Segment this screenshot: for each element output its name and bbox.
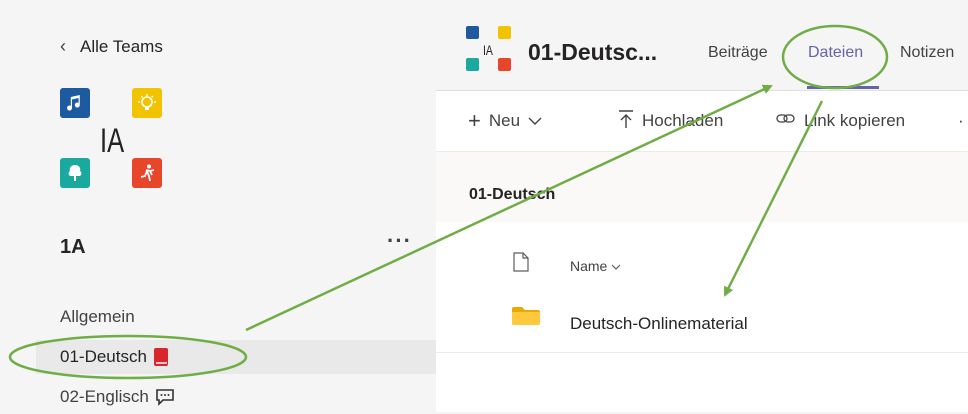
upload-label: Hochladen bbox=[642, 111, 724, 130]
channel-title: 01-Deutsc... bbox=[528, 39, 658, 65]
copy-link-button[interactable]: Link kopieren bbox=[776, 91, 905, 151]
tree-icon bbox=[466, 58, 479, 71]
breadcrumb-current: 01-Deutsch bbox=[469, 186, 556, 203]
channel-team-logo: IA bbox=[466, 26, 512, 72]
team-logo-text: IA bbox=[100, 122, 125, 160]
light-bulb-icon bbox=[498, 26, 511, 39]
breadcrumb: 01-Deutsch bbox=[436, 152, 968, 222]
more-toolbar-button[interactable]: · bbox=[958, 91, 964, 151]
file-row[interactable]: Deutsch-Onlinematerial bbox=[436, 298, 968, 353]
music-note-icon bbox=[466, 26, 479, 39]
upload-button[interactable]: Hochladen bbox=[618, 91, 723, 151]
back-to-teams-link[interactable]: ‹ Alle Teams bbox=[60, 36, 163, 57]
chevron-down-icon bbox=[528, 111, 542, 131]
back-label: Alle Teams bbox=[80, 36, 163, 56]
channel-item-02-englisch[interactable]: 02-Englisch bbox=[36, 380, 436, 414]
tab-beitraege[interactable]: Beiträge bbox=[708, 44, 768, 62]
tab-notizen[interactable]: Notizen bbox=[900, 44, 954, 62]
more-icon: · bbox=[958, 111, 964, 130]
active-tab-indicator bbox=[807, 86, 879, 89]
file-name[interactable]: Deutsch-Onlinematerial bbox=[570, 314, 748, 334]
column-header-name[interactable]: Name bbox=[570, 258, 621, 274]
channel-item-allgemein[interactable]: Allgemein bbox=[36, 300, 436, 334]
file-type-icon bbox=[513, 252, 529, 277]
tab-dateien[interactable]: Dateien bbox=[808, 44, 863, 62]
team-logo: IA bbox=[60, 88, 166, 192]
red-book-icon bbox=[153, 347, 169, 367]
channel-team-logo-text: IA bbox=[483, 42, 493, 58]
channel-label: 01-Deutsch bbox=[60, 347, 147, 366]
tree-icon bbox=[60, 158, 90, 188]
new-label: Neu bbox=[488, 111, 521, 130]
chevron-left-icon: ‹ bbox=[60, 36, 66, 56]
upload-icon bbox=[618, 109, 634, 134]
channel-item-01-deutsch[interactable]: 01-Deutsch bbox=[36, 340, 436, 374]
channel-header: IA 01-Deutsc... Beiträge Dateien Notizen bbox=[436, 12, 968, 91]
speech-bubble-icon bbox=[155, 388, 175, 406]
folder-icon bbox=[511, 306, 541, 331]
channel-label: 02-Englisch bbox=[60, 387, 149, 406]
light-bulb-icon bbox=[132, 88, 162, 118]
file-list-header: Name bbox=[436, 244, 968, 290]
running-person-icon bbox=[498, 58, 511, 71]
running-person-icon bbox=[132, 158, 162, 188]
plus-icon: + bbox=[468, 108, 481, 133]
link-icon bbox=[776, 111, 796, 131]
music-note-icon bbox=[60, 88, 90, 118]
column-name-label: Name bbox=[570, 258, 608, 274]
main-panel: IA 01-Deutsc... Beiträge Dateien Notizen… bbox=[436, 12, 968, 412]
copy-link-label: Link kopieren bbox=[804, 111, 906, 130]
files-toolbar: + Neu Hochladen Link kopieren · bbox=[436, 91, 968, 152]
sidebar: ‹ Alle Teams IA 1A ··· Allgemein 01-Deut… bbox=[0, 0, 436, 412]
chevron-down-icon bbox=[611, 258, 621, 274]
new-button[interactable]: + Neu bbox=[468, 91, 542, 151]
channel-label: Allgemein bbox=[60, 307, 135, 326]
team-name: 1A bbox=[60, 236, 86, 258]
more-options-button[interactable]: ··· bbox=[387, 228, 412, 254]
